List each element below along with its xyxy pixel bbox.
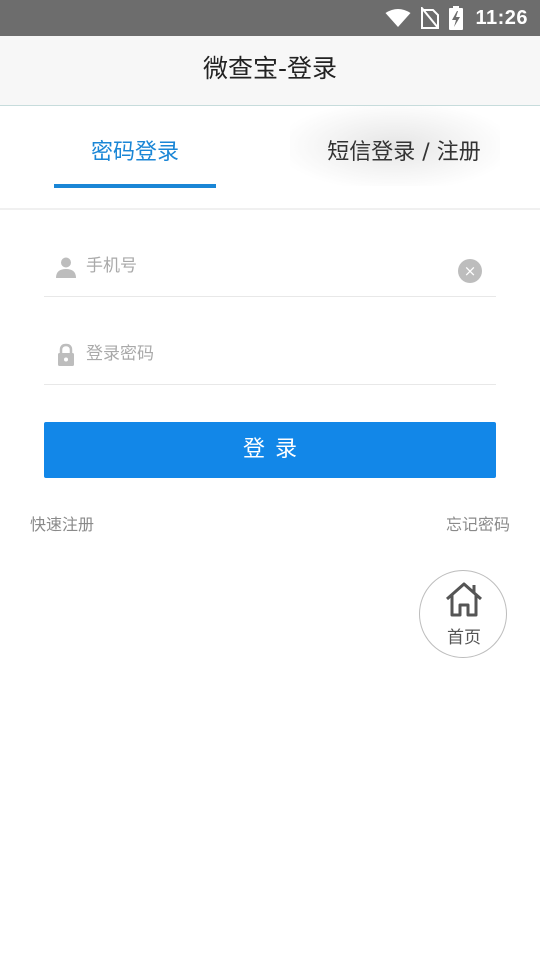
password-input[interactable] xyxy=(86,339,446,369)
battery-charging-icon xyxy=(449,6,464,30)
wifi-icon xyxy=(385,9,411,27)
page-title: 微查宝-登录 xyxy=(202,54,338,83)
title-bar: 微查宝-登录 xyxy=(0,36,540,106)
status-icons: 11:26 xyxy=(385,0,528,36)
login-tabs: 密码登录 短信登录 / 注册 xyxy=(0,106,540,188)
forgot-password-link[interactable]: 忘记密码 xyxy=(446,511,510,535)
password-field xyxy=(44,325,496,385)
status-bar: 11:26 xyxy=(0,0,540,36)
quick-register-link[interactable]: 快速注册 xyxy=(30,511,94,535)
phone-input[interactable] xyxy=(86,251,446,281)
home-label: 首页 xyxy=(447,628,481,648)
no-sim-icon xyxy=(421,7,440,29)
clear-phone-button[interactable]: × xyxy=(458,259,482,283)
lock-icon xyxy=(58,343,74,366)
phone-field: × xyxy=(44,237,496,297)
home-icon xyxy=(446,582,482,617)
status-time: 11:26 xyxy=(475,6,528,29)
login-button[interactable]: 登录 xyxy=(44,422,496,478)
tab-sms-login-register[interactable]: 短信登录 / 注册 xyxy=(300,130,508,176)
home-button[interactable]: 首页 xyxy=(419,570,507,658)
tab-password-login[interactable]: 密码登录 xyxy=(54,130,216,176)
active-tab-indicator xyxy=(54,184,216,188)
tabs-divider xyxy=(0,208,540,210)
user-icon xyxy=(56,257,76,278)
